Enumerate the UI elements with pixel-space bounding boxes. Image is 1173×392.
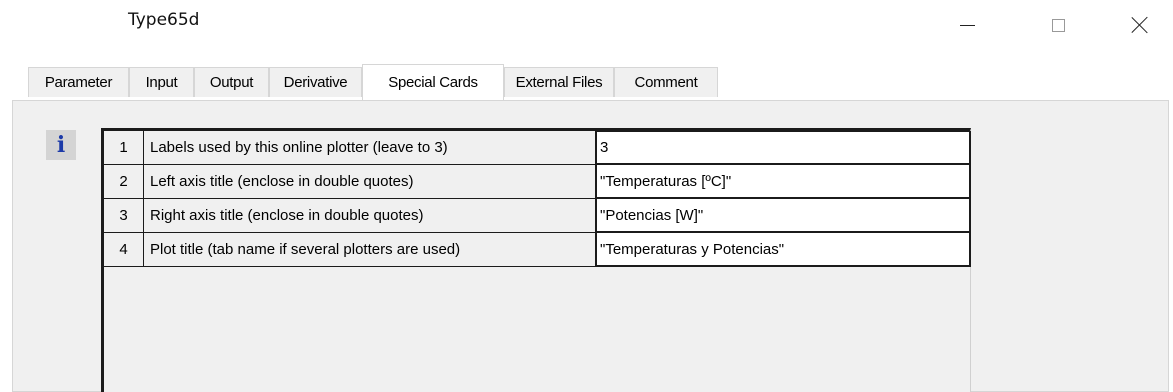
tab-input[interactable]: Input: [129, 67, 194, 97]
special-cards-grid: 1 Labels used by this online plotter (le…: [101, 128, 971, 392]
maximize-button[interactable]: [1035, 0, 1081, 48]
row-label: Plot title (tab name if several plotters…: [144, 233, 596, 267]
maximize-icon: [1051, 18, 1065, 32]
tab-special-cards[interactable]: Special Cards: [362, 64, 504, 100]
row-index: 2: [104, 165, 144, 199]
row-label: Right axis title (enclose in double quot…: [144, 199, 596, 233]
info-icon[interactable]: i: [46, 130, 76, 160]
tab-output[interactable]: Output: [194, 67, 269, 97]
minimize-button[interactable]: [944, 0, 990, 48]
minimize-icon: [959, 24, 975, 26]
row-value-field[interactable]: 3: [596, 131, 971, 165]
row-label: Labels used by this online plotter (leav…: [144, 131, 596, 165]
close-button[interactable]: [1117, 0, 1163, 48]
row-value-field[interactable]: "Potencias [W]": [596, 199, 971, 233]
row-value-field[interactable]: "Temperaturas [ºC]": [596, 165, 971, 199]
tab-comment[interactable]: Comment: [614, 67, 718, 97]
row-index: 3: [104, 199, 144, 233]
tab-parameter[interactable]: Parameter: [28, 67, 129, 97]
tab-external-files[interactable]: External Files: [504, 67, 614, 97]
row-value-field[interactable]: "Temperaturas y Potencias": [596, 233, 971, 267]
info-icon-glyph: i: [56, 132, 66, 158]
tab-derivative[interactable]: Derivative: [269, 67, 362, 97]
row-label: Left axis title (enclose in double quote…: [144, 165, 596, 199]
row-index: 1: [104, 131, 144, 165]
title-bar: Type65d: [0, 0, 1173, 48]
close-icon: [1131, 16, 1149, 34]
window-title: Type65d: [128, 10, 200, 30]
row-index: 4: [104, 233, 144, 267]
